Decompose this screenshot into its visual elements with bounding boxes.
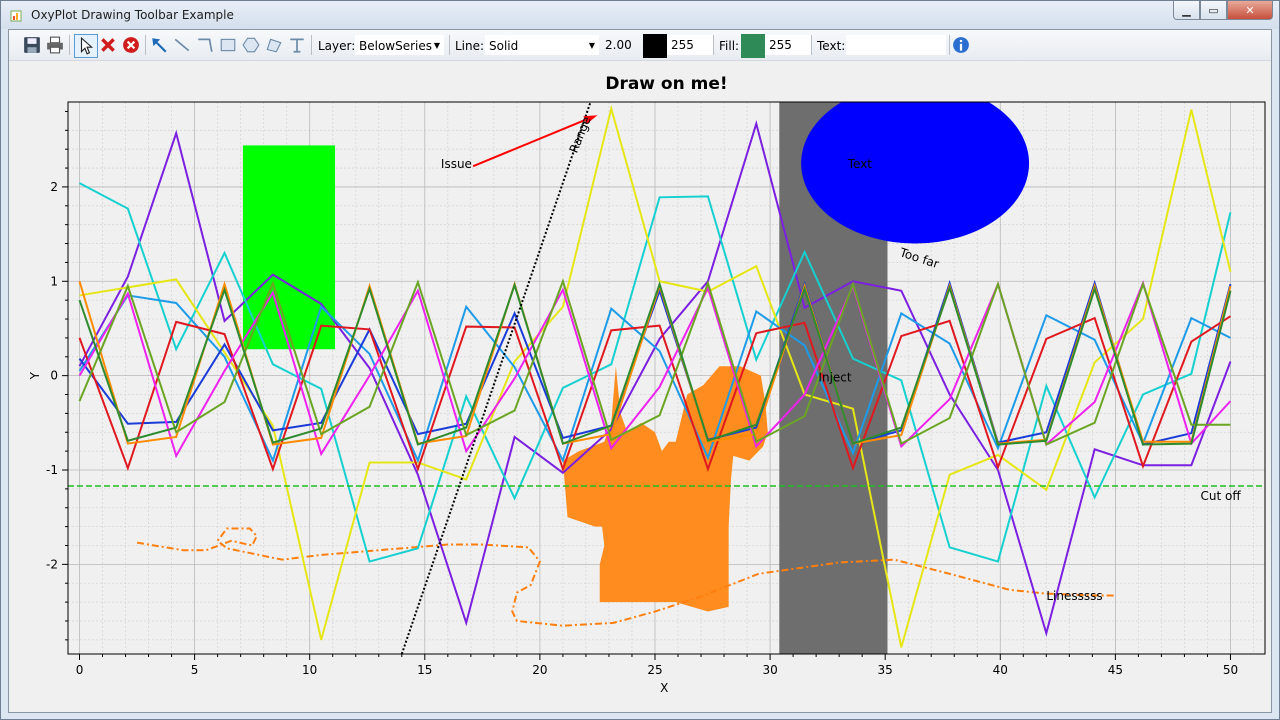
x-tick-label: 45	[1108, 663, 1123, 677]
lines-label: Linesssss	[1046, 589, 1102, 603]
info-icon	[953, 37, 969, 53]
app-icon	[10, 10, 22, 22]
text-tool-button[interactable]	[288, 34, 306, 56]
client-area: Layer: BelowSeries ▼ Line: Solid ▼ 2.00 25…	[8, 29, 1272, 713]
arrow-tool-button[interactable]	[150, 34, 168, 56]
line-thickness-field[interactable]: 2.00	[601, 35, 641, 55]
ellipse-annotation	[801, 102, 1030, 244]
text-tool-icon	[290, 38, 304, 53]
y-axis-label: Y	[28, 371, 42, 380]
close-button[interactable]: ✕	[1227, 1, 1273, 20]
delete-all-button[interactable]	[122, 34, 140, 56]
fill-color-swatch[interactable]	[741, 34, 765, 58]
plot-area[interactable]: Issue Range Too far Text Inject Cut off Liness…	[9, 61, 1271, 713]
line-tool-button[interactable]	[173, 34, 191, 56]
line-color-swatch[interactable]	[643, 34, 667, 58]
y-tick-label: 2	[50, 180, 58, 194]
cutoff-label: Cut off	[1201, 489, 1242, 503]
y-tick-label: 0	[50, 369, 58, 383]
x-tick-label: 15	[417, 663, 432, 677]
save-icon	[24, 37, 40, 53]
ellipse-tool-icon	[242, 37, 260, 53]
fill-label: Fill:	[719, 39, 740, 53]
chevron-down-icon: ▼	[588, 41, 595, 50]
plot-canvas[interactable]: IssueRangeToo farTextInjectCut offLiness…	[9, 61, 1271, 713]
minimize-icon: ▁	[1182, 3, 1191, 17]
x-tick-label: 0	[76, 663, 84, 677]
select-icon	[80, 37, 94, 55]
fill-alpha-field[interactable]: 255	[765, 35, 811, 55]
text-label: Text:	[817, 39, 846, 53]
y-tick-label: -2	[46, 557, 58, 571]
y-tick-label: 1	[50, 274, 58, 288]
arrow-tool-icon	[152, 38, 167, 53]
polygon-tool-button[interactable]	[265, 34, 283, 56]
line-label: Line:	[455, 39, 485, 53]
polyline-tool-icon	[198, 38, 213, 52]
delete-all-icon	[123, 37, 139, 53]
ellipse-tool-button[interactable]	[242, 34, 260, 56]
layer-select[interactable]: BelowSeries ▼	[355, 35, 444, 55]
delete-icon	[101, 38, 115, 52]
line-style-select[interactable]: Solid ▼	[485, 35, 599, 55]
polyline-tool-button[interactable]	[196, 34, 214, 56]
polygon-tool-icon	[266, 38, 282, 53]
window-title: OxyPlot Drawing Toolbar Example	[31, 8, 234, 22]
minimize-button[interactable]: ▁	[1173, 1, 1200, 20]
band-label: Inject	[818, 370, 851, 384]
rectangle-tool-button[interactable]	[219, 34, 237, 56]
chart-title: Draw on me!	[605, 74, 727, 94]
print-button[interactable]	[46, 34, 64, 56]
delete-button[interactable]	[99, 34, 117, 56]
ellipse-text-label: Text	[847, 157, 873, 171]
close-icon: ✕	[1245, 3, 1255, 17]
chevron-down-icon: ▼	[433, 41, 440, 50]
maximize-icon: ▭	[1208, 3, 1219, 17]
x-tick-label: 40	[993, 663, 1008, 677]
line-alpha-field[interactable]: 255	[667, 35, 713, 55]
y-tick-label: -1	[46, 463, 58, 477]
x-tick-label: 10	[302, 663, 317, 677]
x-tick-label: 30	[762, 663, 777, 677]
print-icon	[47, 36, 63, 54]
x-tick-label: 50	[1223, 663, 1238, 677]
line-tool-icon	[174, 38, 190, 52]
app-window: OxyPlot Drawing Toolbar Example ▁ ▭ ✕ La…	[0, 0, 1280, 720]
layer-label: Layer:	[318, 39, 356, 53]
title-bar[interactable]: OxyPlot Drawing Toolbar Example ▁ ▭ ✕	[1, 1, 1279, 29]
x-tick-label: 5	[191, 663, 199, 677]
x-tick-label: 35	[878, 663, 893, 677]
select-button[interactable]	[74, 34, 98, 58]
rectangle-tool-icon	[220, 38, 236, 52]
save-button[interactable]	[23, 34, 41, 56]
x-tick-label: 25	[647, 663, 662, 677]
drawing-toolbar: Layer: BelowSeries ▼ Line: Solid ▼ 2.00 25…	[9, 30, 1271, 61]
issue-label: Issue	[441, 157, 472, 171]
x-axis-label: X	[660, 681, 668, 695]
x-tick-label: 20	[532, 663, 547, 677]
maximize-button[interactable]: ▭	[1200, 1, 1227, 20]
info-button[interactable]	[952, 34, 970, 56]
text-input[interactable]	[846, 35, 946, 55]
